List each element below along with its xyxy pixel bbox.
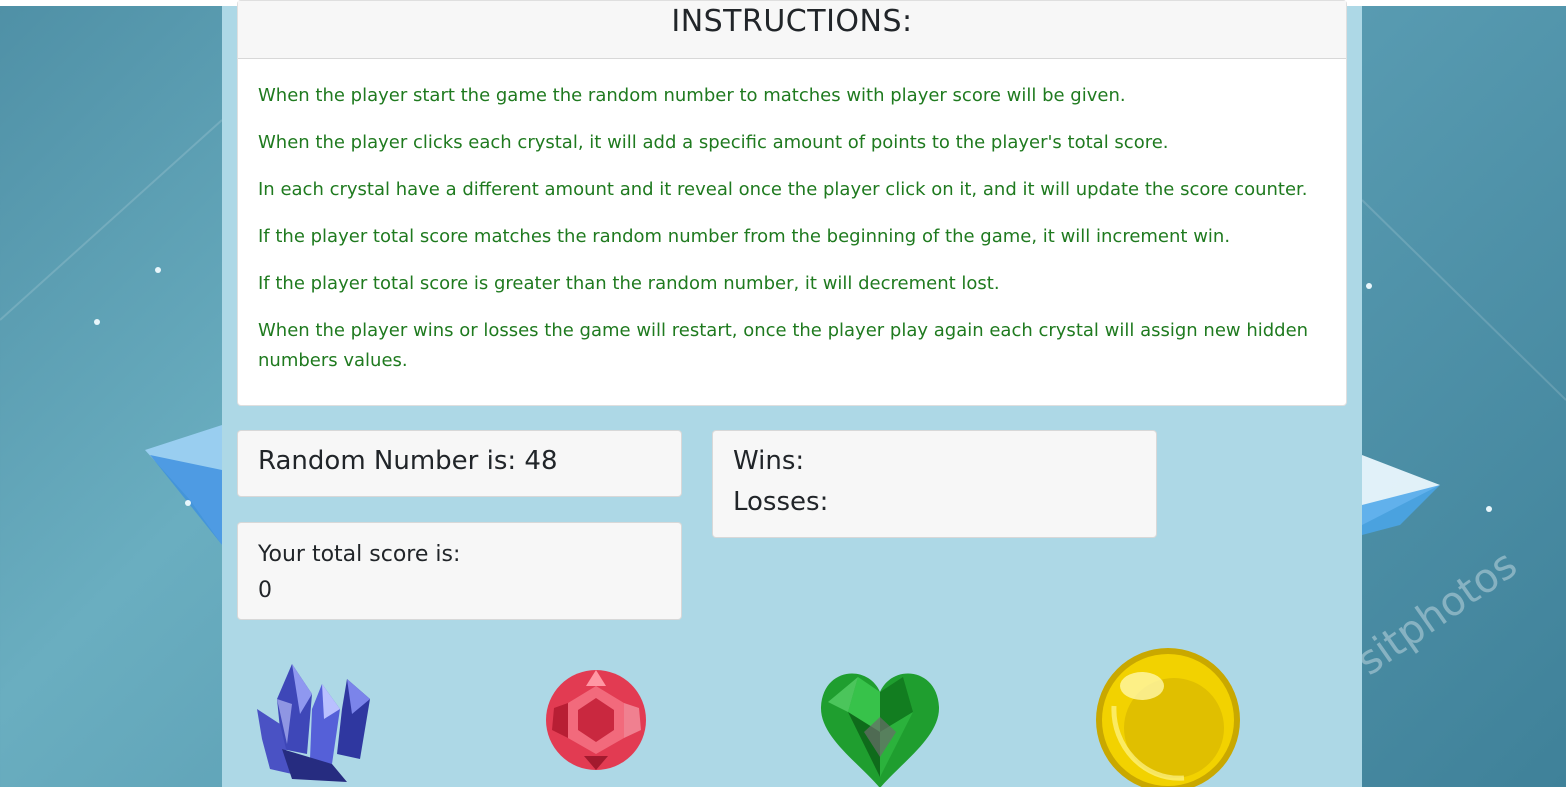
green-heart-gem-icon[interactable] <box>818 662 943 787</box>
red-round-gem-icon[interactable] <box>544 668 649 773</box>
instruction-paragraph: When the player wins or losses the game … <box>258 320 1309 371</box>
total-score-label: Your total score is: <box>258 542 461 567</box>
instruction-paragraph: In each crystal have a different amount … <box>258 179 1308 200</box>
watermark-text: sitphotos <box>1348 541 1526 685</box>
instruction-paragraph: When the player start the game the rando… <box>258 85 1126 106</box>
yellow-sphere-gem-icon[interactable] <box>1094 646 1242 787</box>
random-number-label: Random Number is: 48 <box>258 446 558 476</box>
total-score-card: Your total score is: 0 <box>237 522 682 620</box>
instruction-paragraph: If the player total score matches the ra… <box>258 226 1231 247</box>
total-score-value: 0 <box>258 578 272 603</box>
losses-label: Losses: <box>733 487 829 517</box>
instructions-card: INSTRUCTIONS: When the player start the … <box>237 0 1347 406</box>
random-number-card: Random Number is: 48 <box>237 430 682 497</box>
blue-crystal-cluster-icon[interactable] <box>252 654 377 784</box>
win-loss-card: Wins: Losses: <box>712 430 1157 538</box>
instruction-paragraph: If the player total score is greater tha… <box>258 273 1000 294</box>
instructions-title: INSTRUCTIONS: <box>238 1 1346 59</box>
instructions-body: When the player start the game the rando… <box>238 59 1346 376</box>
wins-label: Wins: <box>733 446 805 476</box>
game-container: INSTRUCTIONS: When the player start the … <box>222 0 1362 787</box>
instruction-paragraph: When the player clicks each crystal, it … <box>258 132 1169 153</box>
